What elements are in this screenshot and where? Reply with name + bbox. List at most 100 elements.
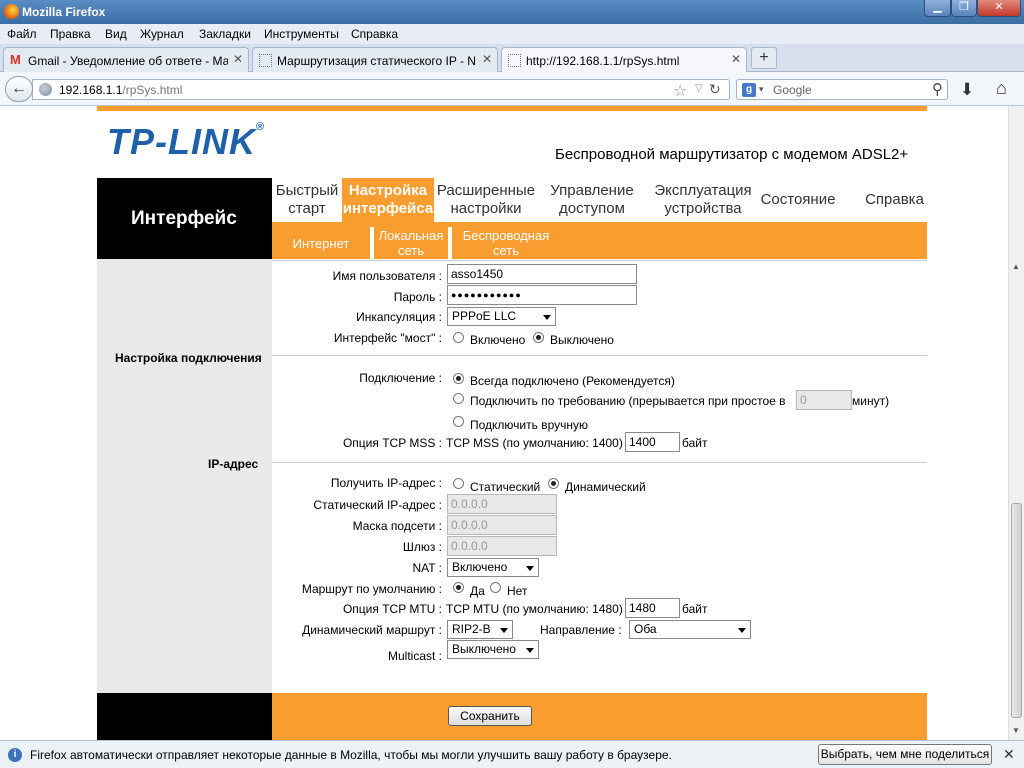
conn-manual-radio[interactable] (453, 416, 464, 427)
search-bar[interactable]: g ▾ Google ⚲ (736, 79, 948, 100)
ip-dynamic-radio[interactable] (548, 478, 559, 489)
download-icon[interactable]: ⬇ (960, 80, 974, 100)
address-bar[interactable]: 192.168.1.1/rpSys.html ☆ ▽ ↻ (32, 79, 730, 100)
gmail-icon: M (10, 52, 21, 67)
select-value: Оба (634, 622, 657, 636)
chevron-down-icon (738, 628, 746, 633)
tab-label: Gmail - Уведомление об ответе - Мар... (28, 54, 228, 68)
default-route-yes-radio[interactable] (453, 582, 464, 593)
tab-routing[interactable]: Маршрутизация статического IP - NE... ✕ (252, 47, 498, 72)
menu-edit[interactable]: Правка (50, 27, 91, 41)
back-button[interactable]: ← (5, 76, 33, 102)
default-route-yes-label: Да (470, 584, 485, 598)
static-ip-label: Статический IP-адрес : (313, 498, 442, 512)
nav-help[interactable]: Справка (862, 178, 927, 222)
bridge-off-radio[interactable] (533, 332, 544, 343)
password-input[interactable]: ●●●●●●●●●●● (447, 285, 637, 305)
google-icon[interactable]: g (742, 83, 756, 97)
scroll-down-icon[interactable]: ▼ (1012, 726, 1020, 735)
conn-always-radio[interactable] (453, 373, 464, 384)
ip-dynamic-label: Динамический (565, 480, 646, 494)
save-button[interactable]: Сохранить (448, 706, 532, 726)
minimize-button[interactable]: ▁ (924, 0, 951, 17)
router-subtitle: Беспроводной маршрутизатор с модемом ADS… (555, 146, 909, 163)
default-route-no-radio[interactable] (490, 582, 501, 593)
conn-demand-label: Подключить по требованию (прерывается пр… (470, 394, 786, 408)
subnav-wireless[interactable]: Беспроводная сеть (458, 222, 554, 259)
nav-interface-setup[interactable]: Настройка интерфейса (342, 178, 434, 222)
logo-text: TP-LINK (107, 121, 256, 162)
multicast-select[interactable]: Выключено (447, 640, 539, 659)
nav-advanced[interactable]: Расширенные настройки (434, 178, 538, 222)
ip-section-title: IP-адрес (208, 457, 259, 471)
menu-file[interactable]: Файл (7, 27, 37, 41)
choose-sharing-button[interactable]: Выбрать, чем мне поделиться (818, 744, 992, 765)
nav-quick-start[interactable]: Быстрый старт (272, 178, 342, 222)
tab-close-icon[interactable]: ✕ (731, 52, 741, 66)
window-title: Mozilla Firefox (22, 5, 106, 19)
info-icon: i (8, 748, 22, 762)
encap-select[interactable]: PPPoE LLC (447, 307, 556, 326)
username-input[interactable]: asso1450 (447, 264, 637, 284)
subnav-internet[interactable]: Интернет (286, 222, 356, 259)
chevron-down-icon (526, 648, 534, 653)
nav-label: Справка (865, 191, 924, 208)
engine-dropdown-icon[interactable]: ▾ (759, 84, 764, 95)
url-host: 192.168.1.1 (59, 83, 123, 97)
divider (272, 462, 927, 463)
nat-select[interactable]: Включено (447, 558, 539, 577)
connection-section-title: Настройка подключения (115, 351, 262, 365)
subnav-label: Беспроводная (462, 228, 550, 243)
bookmark-star-icon[interactable]: ☆ (673, 81, 687, 101)
url-path: /rpSys.html (122, 83, 183, 97)
menu-help[interactable]: Справка (351, 27, 398, 41)
close-notification-icon[interactable]: ✕ (1003, 746, 1015, 763)
main-nav: Быстрый старт Настройка интерфейса Расшире… (272, 178, 927, 222)
scrollbar-thumb[interactable] (1011, 503, 1022, 718)
mtu-input[interactable]: 1480 (625, 598, 680, 618)
menu-view[interactable]: Вид (105, 27, 127, 41)
tab-bar: M Gmail - Уведомление об ответе - Мар...… (0, 44, 1024, 73)
direction-select[interactable]: Оба (629, 620, 751, 639)
idle-timeout-input[interactable]: 0 (796, 390, 852, 410)
nav-access[interactable]: Управление доступом (542, 178, 642, 222)
mtu-label: Опция TCP MTU : (342, 602, 442, 616)
page-scrollbar[interactable]: ▲ ▼ (1008, 106, 1024, 740)
maximize-button[interactable]: ❐ (951, 0, 977, 17)
menu-tools[interactable]: Инструменты (264, 27, 339, 41)
nav-label: Быстрый (275, 182, 339, 199)
subnav-lan[interactable]: Локальная сеть (376, 222, 446, 259)
ip-static-label: Статический (470, 480, 541, 494)
history-dropdown-icon[interactable]: ▽ (695, 83, 703, 94)
tab-close-icon[interactable]: ✕ (482, 52, 492, 66)
nav-label: старт (288, 200, 326, 217)
new-tab-button[interactable]: + (751, 47, 777, 69)
tab-close-icon[interactable]: ✕ (233, 52, 243, 66)
tab-router[interactable]: http://192.168.1.1/rpSys.html ✕ (501, 47, 747, 73)
bridge-on-radio[interactable] (453, 332, 464, 343)
subnet-mask-label: Маска подсети : (352, 519, 442, 533)
subnav-label: сеть (492, 243, 520, 258)
select-value: PPPoE LLC (452, 309, 517, 323)
menu-bookmarks[interactable]: Закладки (199, 27, 251, 41)
close-window-button[interactable]: ✕ (977, 0, 1021, 17)
gateway-input[interactable]: 0.0.0.0 (447, 536, 557, 556)
static-ip-input[interactable]: 0.0.0.0 (447, 494, 557, 514)
subnet-mask-input[interactable]: 0.0.0.0 (447, 515, 557, 535)
dynamic-route-select[interactable]: RIP2-B (447, 620, 513, 639)
notification-message: Firefox автоматически отправляет некотор… (30, 748, 672, 762)
menu-history[interactable]: Журнал (140, 27, 184, 41)
page-icon (259, 54, 272, 67)
ip-static-radio[interactable] (453, 478, 464, 489)
mss-input[interactable]: 1400 (625, 432, 680, 452)
home-icon[interactable]: ⌂ (996, 78, 1007, 99)
section-title: Интерфейс (131, 208, 237, 229)
search-icon[interactable]: ⚲ (932, 80, 943, 98)
scroll-up-icon[interactable]: ▲ (1012, 262, 1020, 271)
top-accent-bar (97, 106, 927, 111)
conn-demand-radio[interactable] (453, 393, 464, 404)
tab-gmail[interactable]: M Gmail - Уведомление об ответе - Мар...… (3, 47, 249, 72)
nav-maintenance[interactable]: Эксплуатация устройства (648, 178, 758, 222)
nav-status[interactable]: Состояние (757, 178, 839, 222)
reload-icon[interactable]: ↻ (709, 81, 721, 98)
